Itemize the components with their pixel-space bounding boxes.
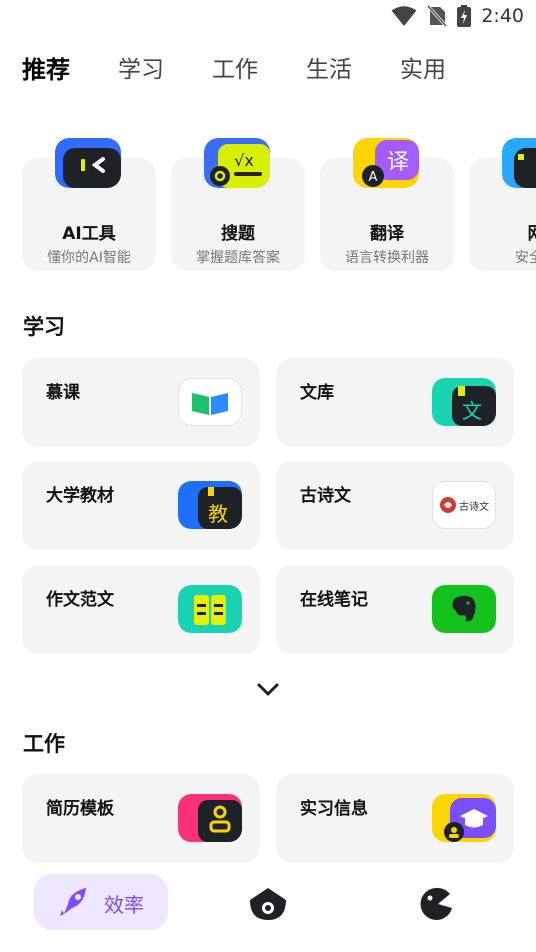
featured-web[interactable]: 网 安全高 bbox=[469, 138, 536, 271]
featured-subtitle: 掌握题库答案 bbox=[196, 250, 280, 266]
battery-charging-icon bbox=[457, 5, 472, 27]
tab-recommend[interactable]: 推荐 bbox=[22, 54, 70, 86]
svg-text:A: A bbox=[369, 170, 378, 185]
chevron-down-icon[interactable] bbox=[256, 680, 280, 700]
tool-card-label: 大学教材 bbox=[46, 486, 114, 506]
featured-title: 搜题 bbox=[221, 224, 255, 244]
tool-card-label: 文库 bbox=[300, 383, 334, 403]
tool-card-library[interactable]: 文库 文 bbox=[276, 358, 514, 447]
poetry-icon: 古诗文 bbox=[432, 481, 496, 529]
library-icon: 文 bbox=[432, 378, 496, 426]
svg-text:教: 教 bbox=[208, 502, 228, 526]
featured-subtitle: 懂你的AI智能 bbox=[47, 250, 131, 266]
home-icon bbox=[250, 888, 286, 920]
featured-tools: AI工具 懂你的AI智能 √x 搜题 掌握题库答案 译 A 翻译 语言转换利器 bbox=[22, 138, 536, 274]
tool-card-label: 在线笔记 bbox=[300, 590, 368, 610]
tool-card-internship[interactable]: 实习信息 bbox=[276, 774, 514, 863]
svg-text:文: 文 bbox=[462, 399, 482, 423]
status-bar: 2:40 bbox=[0, 0, 536, 36]
evernote-icon bbox=[432, 585, 496, 633]
nav-efficiency-label: 效率 bbox=[104, 893, 144, 917]
featured-title: 翻译 bbox=[370, 224, 404, 244]
nav-home[interactable] bbox=[248, 886, 288, 926]
tool-card-label: 古诗文 bbox=[300, 486, 351, 506]
search-question-icon: √x bbox=[204, 138, 270, 188]
tool-card-label: 作文范文 bbox=[46, 590, 114, 610]
resume-icon bbox=[178, 794, 242, 842]
tool-card-resume[interactable]: 简历模板 bbox=[22, 774, 260, 863]
tool-card-evernote[interactable]: 在线笔记 bbox=[276, 565, 514, 654]
rocket-icon bbox=[60, 888, 86, 916]
poetry-icon-text: 古诗文 bbox=[459, 501, 489, 513]
nav-efficiency[interactable]: 效率 bbox=[34, 874, 168, 930]
nav-game[interactable] bbox=[416, 886, 456, 926]
tool-card-mooc[interactable]: 慕课 bbox=[22, 358, 260, 447]
web-icon bbox=[502, 138, 536, 188]
bottom-nav: 效率 bbox=[0, 866, 536, 952]
tab-utility[interactable]: 实用 bbox=[400, 54, 446, 86]
essay-icon bbox=[178, 585, 242, 633]
tool-card-poetry[interactable]: 古诗文 古诗文 bbox=[276, 461, 514, 550]
tool-card-label: 简历模板 bbox=[46, 799, 114, 819]
clock: 2:40 bbox=[481, 5, 524, 27]
svg-text:√x: √x bbox=[234, 151, 254, 170]
featured-search-question[interactable]: √x 搜题 掌握题库答案 bbox=[171, 138, 305, 271]
tool-card-label: 慕课 bbox=[46, 383, 80, 403]
svg-text:译: 译 bbox=[387, 150, 409, 175]
featured-translate[interactable]: 译 A 翻译 语言转换利器 bbox=[320, 138, 454, 271]
category-tabs: 推荐 学习 工作 生活 实用 bbox=[22, 54, 494, 86]
featured-title: 网 bbox=[469, 219, 536, 244]
section-title-work: 工作 bbox=[23, 732, 65, 756]
tool-card-label: 实习信息 bbox=[300, 799, 368, 819]
internship-icon bbox=[432, 794, 496, 842]
textbook-icon: 教 bbox=[178, 481, 242, 529]
tab-work[interactable]: 工作 bbox=[212, 54, 258, 86]
game-icon bbox=[420, 887, 452, 920]
tab-life[interactable]: 生活 bbox=[306, 54, 352, 86]
wifi-icon bbox=[391, 6, 417, 26]
featured-subtitle: 安全高 bbox=[515, 250, 536, 266]
tab-study[interactable]: 学习 bbox=[118, 54, 164, 86]
poetry-seal-icon bbox=[440, 497, 456, 513]
featured-title: AI工具 bbox=[62, 224, 116, 244]
translate-icon: 译 A bbox=[353, 138, 419, 188]
no-sim-icon bbox=[427, 5, 448, 27]
featured-ai-tool[interactable]: AI工具 懂你的AI智能 bbox=[22, 138, 156, 271]
tool-card-essay[interactable]: 作文范文 bbox=[22, 565, 260, 654]
featured-subtitle: 语言转换利器 bbox=[345, 250, 429, 266]
tool-card-textbook[interactable]: 大学教材 教 bbox=[22, 461, 260, 550]
ai-tool-icon bbox=[55, 138, 121, 188]
section-title-study: 学习 bbox=[23, 315, 65, 339]
mooc-icon bbox=[178, 378, 242, 426]
